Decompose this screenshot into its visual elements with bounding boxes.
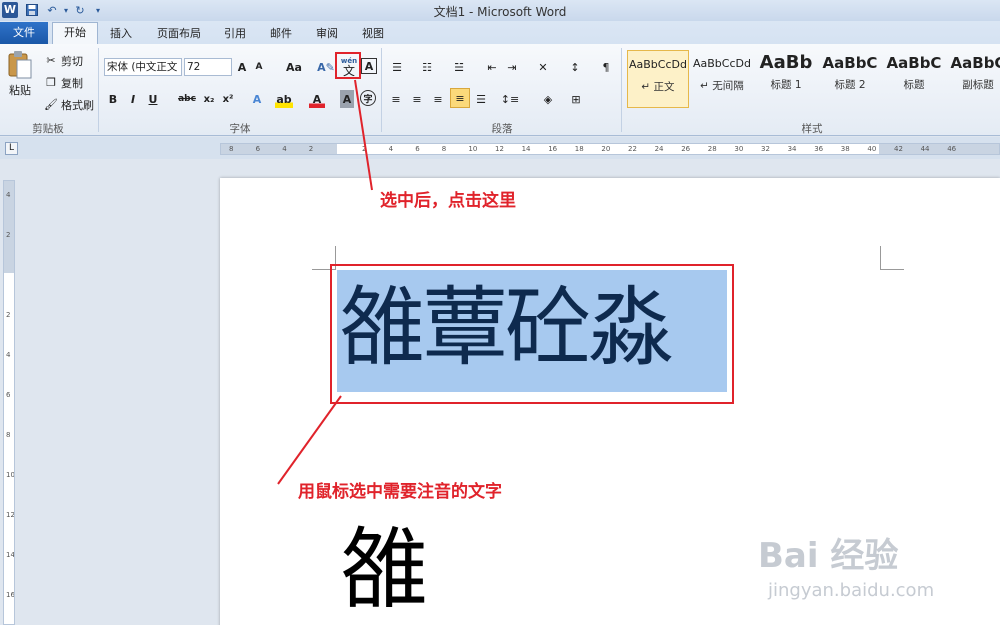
- callout-text-top: 选中后，点击这里: [380, 191, 516, 211]
- callout-text-bottom: 用鼠标选中需要注音的文字: [298, 482, 502, 502]
- word-window: W ↶ ▾ ↻ ▾ 文档1 - Microsoft Word 文件 开始 插入 …: [0, 0, 1000, 625]
- baidu-watermark: Bai 经验: [758, 536, 899, 576]
- baidu-watermark-url: jingyan.baidu.com: [768, 580, 935, 601]
